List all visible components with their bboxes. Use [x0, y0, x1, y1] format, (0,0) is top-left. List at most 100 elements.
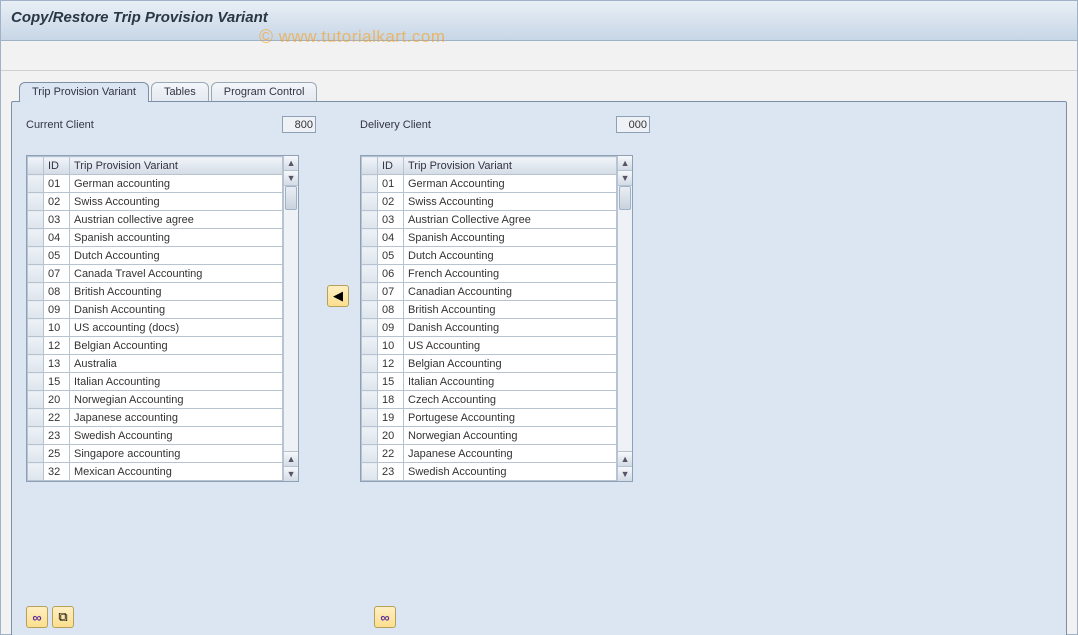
delivery-client-field[interactable]: [616, 116, 650, 133]
table-row[interactable]: 15Italian Accounting: [362, 373, 617, 391]
scroll-down-icon[interactable]: ▼: [618, 466, 632, 481]
copy-button[interactable]: [52, 606, 74, 628]
delivery-client-table[interactable]: ID Trip Provision Variant 01German Accou…: [361, 156, 617, 481]
row-selector[interactable]: [28, 337, 44, 355]
col-id[interactable]: ID: [378, 157, 404, 175]
table-row[interactable]: 05Dutch Accounting: [28, 247, 283, 265]
table-row[interactable]: 12Belgian Accounting: [28, 337, 283, 355]
scroll-up-icon[interactable]: ▲: [284, 451, 298, 466]
row-selector[interactable]: [28, 463, 44, 481]
row-selector[interactable]: [28, 373, 44, 391]
scroll-thumb[interactable]: [619, 186, 631, 210]
detail-button[interactable]: [374, 606, 396, 628]
row-selector-header[interactable]: [28, 157, 44, 175]
scroll-up-icon[interactable]: ▲: [618, 451, 632, 466]
scroll-thumb[interactable]: [285, 186, 297, 210]
current-client-table[interactable]: ID Trip Provision Variant 01German accou…: [27, 156, 283, 481]
copy-to-current-button[interactable]: ◀: [327, 285, 349, 307]
table-row[interactable]: 04Spanish Accounting: [362, 229, 617, 247]
table-row[interactable]: 10US Accounting: [362, 337, 617, 355]
tab-tables[interactable]: Tables: [151, 82, 209, 102]
table-row[interactable]: 32Mexican Accounting: [28, 463, 283, 481]
table-row[interactable]: 01German accounting: [28, 175, 283, 193]
scrollbar-right[interactable]: ▲ ▼ ▲ ▼: [617, 156, 632, 481]
tab-program-control[interactable]: Program Control: [211, 82, 318, 102]
table-row[interactable]: 23Swedish Accounting: [362, 463, 617, 481]
scroll-down-icon[interactable]: ▼: [284, 171, 298, 186]
col-id[interactable]: ID: [44, 157, 70, 175]
row-selector[interactable]: [362, 319, 378, 337]
table-row[interactable]: 25Singapore accounting: [28, 445, 283, 463]
row-selector[interactable]: [362, 301, 378, 319]
row-selector[interactable]: [362, 445, 378, 463]
row-selector[interactable]: [28, 301, 44, 319]
table-row[interactable]: 05Dutch Accounting: [362, 247, 617, 265]
scroll-down-icon[interactable]: ▼: [618, 171, 632, 186]
row-selector[interactable]: [28, 229, 44, 247]
table-row[interactable]: 09Danish Accounting: [362, 319, 617, 337]
table-row[interactable]: 10US accounting (docs): [28, 319, 283, 337]
cell-id: 04: [378, 229, 404, 247]
row-selector[interactable]: [28, 319, 44, 337]
current-client-field[interactable]: [282, 116, 316, 133]
row-selector[interactable]: [362, 427, 378, 445]
detail-button[interactable]: [26, 606, 48, 628]
row-selector[interactable]: [28, 283, 44, 301]
scroll-track[interactable]: [618, 186, 632, 451]
table-row[interactable]: 08British Accounting: [28, 283, 283, 301]
table-row[interactable]: 20Norwegian Accounting: [28, 391, 283, 409]
col-name[interactable]: Trip Provision Variant: [70, 157, 283, 175]
table-row[interactable]: 23Swedish Accounting: [28, 427, 283, 445]
row-selector[interactable]: [362, 247, 378, 265]
col-name[interactable]: Trip Provision Variant: [404, 157, 617, 175]
row-selector[interactable]: [362, 229, 378, 247]
scroll-up-icon[interactable]: ▲: [284, 156, 298, 171]
table-row[interactable]: 12Belgian Accounting: [362, 355, 617, 373]
table-row[interactable]: 18Czech Accounting: [362, 391, 617, 409]
table-row[interactable]: 04Spanish accounting: [28, 229, 283, 247]
row-selector[interactable]: [362, 175, 378, 193]
table-row[interactable]: 02Swiss Accounting: [362, 193, 617, 211]
row-selector[interactable]: [362, 409, 378, 427]
row-selector[interactable]: [28, 427, 44, 445]
scroll-track[interactable]: [284, 186, 298, 451]
row-selector[interactable]: [362, 211, 378, 229]
row-selector[interactable]: [28, 445, 44, 463]
tab-trip-provision-variant[interactable]: Trip Provision Variant: [19, 82, 149, 102]
row-selector[interactable]: [362, 463, 378, 481]
table-row[interactable]: 03Austrian collective agree: [28, 211, 283, 229]
row-selector[interactable]: [28, 175, 44, 193]
row-selector[interactable]: [28, 211, 44, 229]
table-row[interactable]: 13Australia: [28, 355, 283, 373]
table-row[interactable]: 03Austrian Collective Agree: [362, 211, 617, 229]
row-selector[interactable]: [362, 391, 378, 409]
table-row[interactable]: 20Norwegian Accounting: [362, 427, 617, 445]
table-row[interactable]: 08British Accounting: [362, 301, 617, 319]
row-selector[interactable]: [362, 337, 378, 355]
row-selector[interactable]: [28, 409, 44, 427]
row-selector[interactable]: [362, 283, 378, 301]
row-selector[interactable]: [362, 355, 378, 373]
row-selector[interactable]: [28, 247, 44, 265]
scroll-up-icon[interactable]: ▲: [618, 156, 632, 171]
row-selector[interactable]: [28, 265, 44, 283]
table-row[interactable]: 02Swiss Accounting: [28, 193, 283, 211]
table-row[interactable]: 07Canada Travel Accounting: [28, 265, 283, 283]
row-selector[interactable]: [28, 391, 44, 409]
table-row[interactable]: 15Italian Accounting: [28, 373, 283, 391]
table-row[interactable]: 01German Accounting: [362, 175, 617, 193]
row-selector[interactable]: [28, 193, 44, 211]
row-selector[interactable]: [362, 373, 378, 391]
row-selector[interactable]: [28, 355, 44, 373]
table-row[interactable]: 22Japanese accounting: [28, 409, 283, 427]
row-selector-header[interactable]: [362, 157, 378, 175]
row-selector[interactable]: [362, 265, 378, 283]
table-row[interactable]: 07Canadian Accounting: [362, 283, 617, 301]
table-row[interactable]: 19Portugese Accounting: [362, 409, 617, 427]
table-row[interactable]: 09Danish Accounting: [28, 301, 283, 319]
scrollbar-left[interactable]: ▲ ▼ ▲ ▼: [283, 156, 298, 481]
row-selector[interactable]: [362, 193, 378, 211]
scroll-down-icon[interactable]: ▼: [284, 466, 298, 481]
table-row[interactable]: 06French Accounting: [362, 265, 617, 283]
table-row[interactable]: 22Japanese Accounting: [362, 445, 617, 463]
